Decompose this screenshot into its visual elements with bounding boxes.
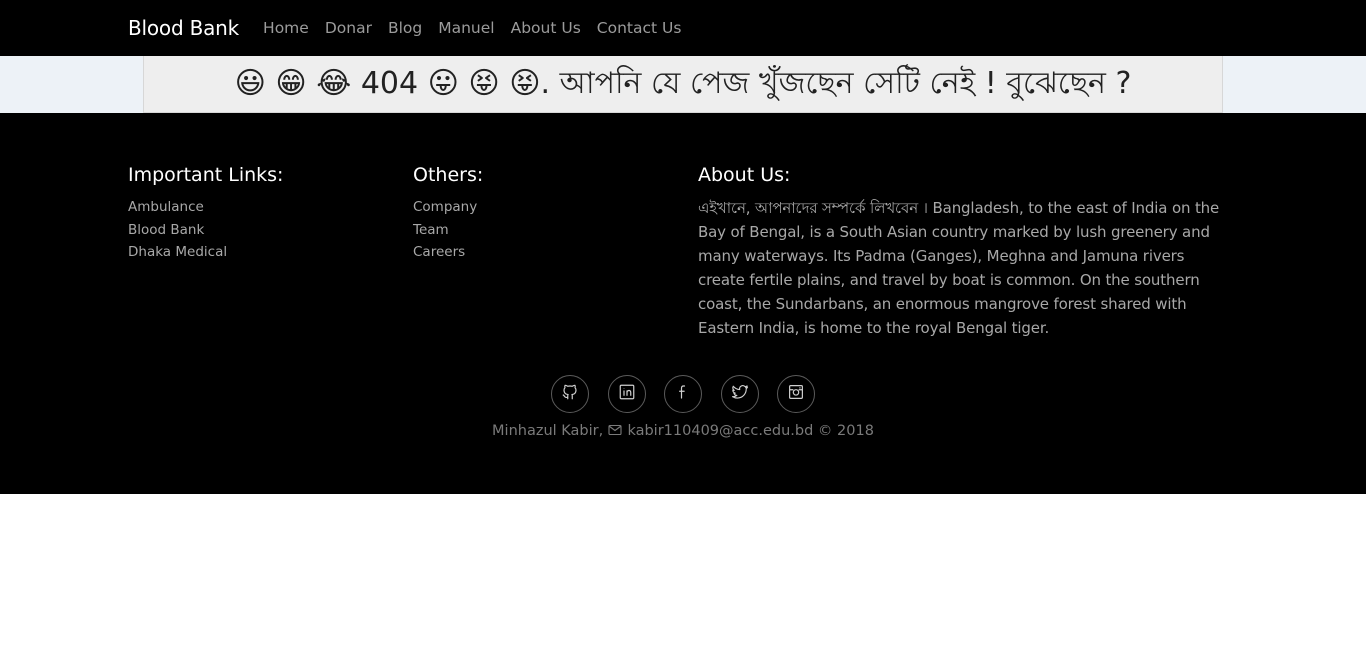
- mail-icon: [608, 424, 623, 440]
- facebook-link[interactable]: [664, 375, 702, 413]
- nav-contact-link[interactable]: Contact Us: [589, 19, 690, 37]
- footer-link-company[interactable]: Company: [413, 199, 477, 215]
- twitter-icon: [731, 383, 749, 405]
- others-heading: Others:: [413, 164, 484, 186]
- footer-link-team[interactable]: Team: [413, 222, 449, 238]
- important-links-heading: Important Links:: [128, 164, 284, 186]
- linkedin-link[interactable]: [607, 375, 646, 413]
- nav-donar-link[interactable]: Donar: [317, 19, 380, 37]
- error-message: 😃 😁 😂 404 😛 😝 😝. আপনি যে পেজ খুঁজছেন সেট…: [234, 65, 1132, 101]
- facebook-icon: [674, 383, 692, 405]
- important-links-section: Important Links: Ambulance Blood Bank Dh…: [128, 164, 398, 264]
- top-navbar: Blood Bank Home Donar Blog Manuel About …: [0, 0, 1366, 56]
- credit-name: Minhazul Kabir,: [492, 423, 604, 439]
- credit-email-link[interactable]: kabir110409@acc.edu.bd: [627, 423, 813, 439]
- nav-home-link[interactable]: Home: [255, 19, 317, 37]
- nav-about-link[interactable]: About Us: [503, 19, 589, 37]
- site-footer: Important Links: Ambulance Blood Bank Dh…: [0, 113, 1366, 494]
- brand-link[interactable]: Blood Bank: [128, 16, 239, 40]
- github-icon: [561, 383, 579, 405]
- credit-copyright: © 2018: [817, 423, 874, 439]
- footer-link-dhaka-medical[interactable]: Dhaka Medical: [128, 244, 227, 260]
- linkedin-icon: [618, 383, 636, 405]
- nav-manuel-link[interactable]: Manuel: [430, 19, 502, 37]
- about-heading: About Us:: [698, 164, 791, 186]
- github-link[interactable]: [551, 375, 589, 413]
- footer-link-careers[interactable]: Careers: [413, 244, 465, 260]
- error-strip: 😃 😁 😂 404 😛 😝 😝. আপনি যে পেজ খুঁজছেন সেট…: [0, 56, 1366, 113]
- instagram-icon: [787, 383, 805, 405]
- footer-link-blood-bank[interactable]: Blood Bank: [128, 222, 204, 238]
- twitter-link[interactable]: [720, 375, 759, 413]
- footer-link-ambulance[interactable]: Ambulance: [128, 199, 204, 215]
- error-banner: 😃 😁 😂 404 😛 😝 😝. আপনি যে পেজ খুঁজছেন সেট…: [143, 56, 1223, 113]
- others-section: Others: Company Team Careers: [413, 164, 683, 264]
- about-section: About Us: এইখানে, আপনাদের সম্পর্কে লিখবে…: [698, 164, 1226, 340]
- social-links: [551, 375, 834, 413]
- instagram-link[interactable]: [777, 375, 815, 413]
- nav-blog-link[interactable]: Blog: [380, 19, 430, 37]
- footer-credit: Minhazul Kabir, kabir110409@acc.edu.bd ©…: [0, 423, 1366, 440]
- about-text: এইখানে, আপনাদের সম্পর্কে লিখবেন । Bangla…: [698, 199, 1220, 337]
